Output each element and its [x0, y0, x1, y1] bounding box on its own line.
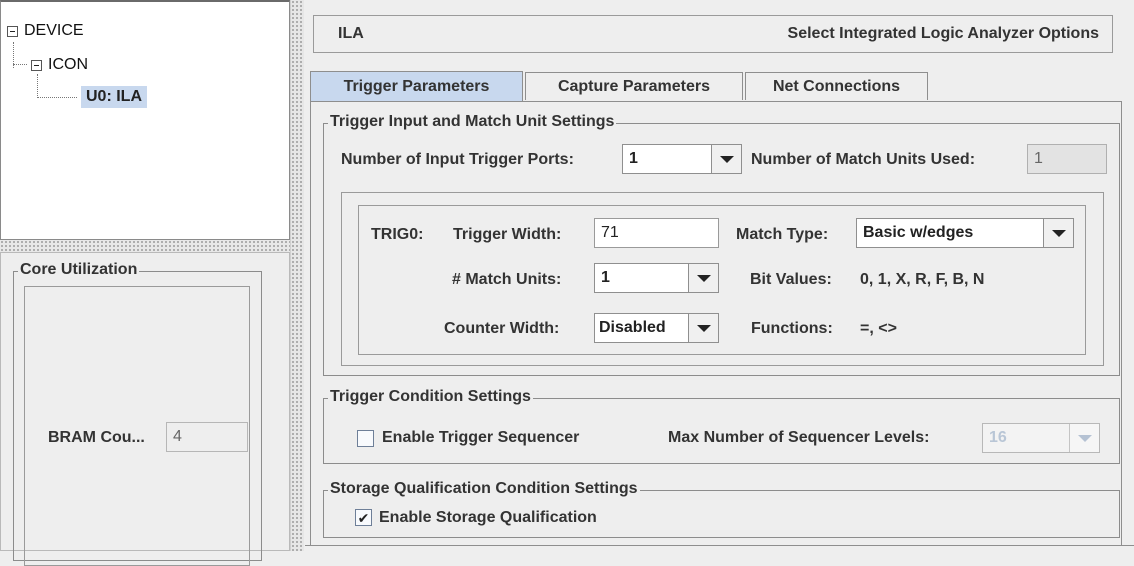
tree-node-u0-ila-label: U0: ILA	[81, 86, 147, 108]
core-name-heading: ILA	[338, 25, 364, 42]
chevron-down-icon[interactable]	[711, 145, 741, 173]
device-tree-panel: DEVICE ICON U0: ILA	[0, 0, 290, 240]
chevron-down-icon[interactable]	[688, 264, 718, 292]
match-type-value: Basic w/edges	[863, 224, 974, 241]
counter-width-label: Counter Width:	[444, 320, 560, 337]
vertical-splitter[interactable]	[290, 0, 304, 551]
tab-trigger-parameters-label: Trigger Parameters	[343, 77, 490, 95]
tree-node-device[interactable]: DEVICE	[7, 22, 84, 40]
tab-net-connections-label: Net Connections	[772, 77, 901, 95]
num-input-trigger-ports-select[interactable]: 1	[622, 144, 742, 174]
match-units-used-label: Number of Match Units Used:	[751, 151, 976, 168]
match-type-select[interactable]: Basic w/edges	[856, 218, 1074, 248]
enable-trigger-sequencer-label[interactable]: Enable Trigger Sequencer	[382, 429, 579, 447]
functions-text: =, <>	[860, 320, 897, 337]
tree-node-icon[interactable]: ICON	[31, 56, 88, 74]
max-sequencer-levels-value: 16	[989, 429, 1007, 446]
checkmark-icon: ✔	[357, 509, 370, 526]
horizontal-splitter[interactable]	[0, 240, 290, 252]
collapse-icon[interactable]	[31, 59, 42, 71]
chevron-down-icon[interactable]	[1043, 219, 1073, 247]
bit-values-text: 0, 1, X, R, F, B, N	[860, 271, 985, 288]
bottom-edge	[305, 545, 1134, 551]
tree-connector	[37, 74, 38, 98]
tree-node-icon-label: ICON	[48, 56, 88, 73]
num-input-trigger-ports-value: 1	[629, 150, 638, 167]
trigger-input-title: Trigger Input and Match Unit Settings	[328, 113, 617, 131]
num-input-trigger-ports-label: Number of Input Trigger Ports:	[341, 151, 574, 168]
trigger-width-label: Trigger Width:	[453, 226, 562, 243]
enable-storage-qualification-checkbox[interactable]: ✔	[355, 509, 372, 526]
functions-label: Functions:	[751, 320, 833, 337]
match-units-value: 1	[601, 269, 610, 286]
trig0-label: TRIG0:	[371, 226, 424, 243]
trigger-condition-title: Trigger Condition Settings	[328, 388, 533, 406]
chevron-down-icon[interactable]	[688, 314, 718, 342]
tree-node-u0-ila[interactable]: U0: ILA	[81, 86, 147, 108]
match-units-used-field: 1	[1027, 144, 1107, 174]
max-sequencer-levels-label: Max Number of Sequencer Levels:	[668, 429, 930, 446]
tab-net-connections[interactable]: Net Connections	[745, 72, 928, 100]
tab-capture-parameters-label: Capture Parameters	[557, 77, 711, 95]
max-sequencer-levels-select[interactable]: 16	[982, 423, 1100, 453]
bram-count-field: 4	[166, 422, 248, 452]
bit-values-label: Bit Values:	[750, 271, 832, 288]
collapse-icon[interactable]	[7, 25, 18, 37]
page-description: Select Integrated Logic Analyzer Options	[787, 25, 1099, 42]
counter-width-value: Disabled	[599, 319, 666, 336]
match-units-label: # Match Units:	[452, 271, 562, 288]
header-box: ILA Select Integrated Logic Analyzer Opt…	[313, 15, 1113, 53]
enable-trigger-sequencer-checkbox[interactable]	[357, 430, 374, 447]
tab-trigger-parameters[interactable]: Trigger Parameters	[310, 71, 523, 101]
tab-capture-parameters[interactable]: Capture Parameters	[525, 72, 743, 100]
bram-count-label: BRAM Cou...	[48, 429, 145, 446]
core-utilization-group: Core Utilization	[13, 261, 262, 566]
tree-node-device-label: DEVICE	[24, 22, 84, 39]
tree-connector	[13, 64, 27, 65]
trigger-width-input[interactable]: 71	[594, 218, 719, 248]
tree-connector	[37, 97, 77, 98]
counter-width-select[interactable]: Disabled	[594, 313, 719, 343]
core-utilization-title: Core Utilization	[18, 261, 140, 279]
match-type-label: Match Type:	[736, 226, 829, 243]
enable-storage-qualification-label[interactable]: Enable Storage Qualification	[379, 509, 597, 527]
chevron-down-icon[interactable]	[1069, 424, 1099, 452]
storage-qualification-title: Storage Qualification Condition Settings	[328, 480, 640, 498]
match-units-select[interactable]: 1	[594, 263, 719, 293]
